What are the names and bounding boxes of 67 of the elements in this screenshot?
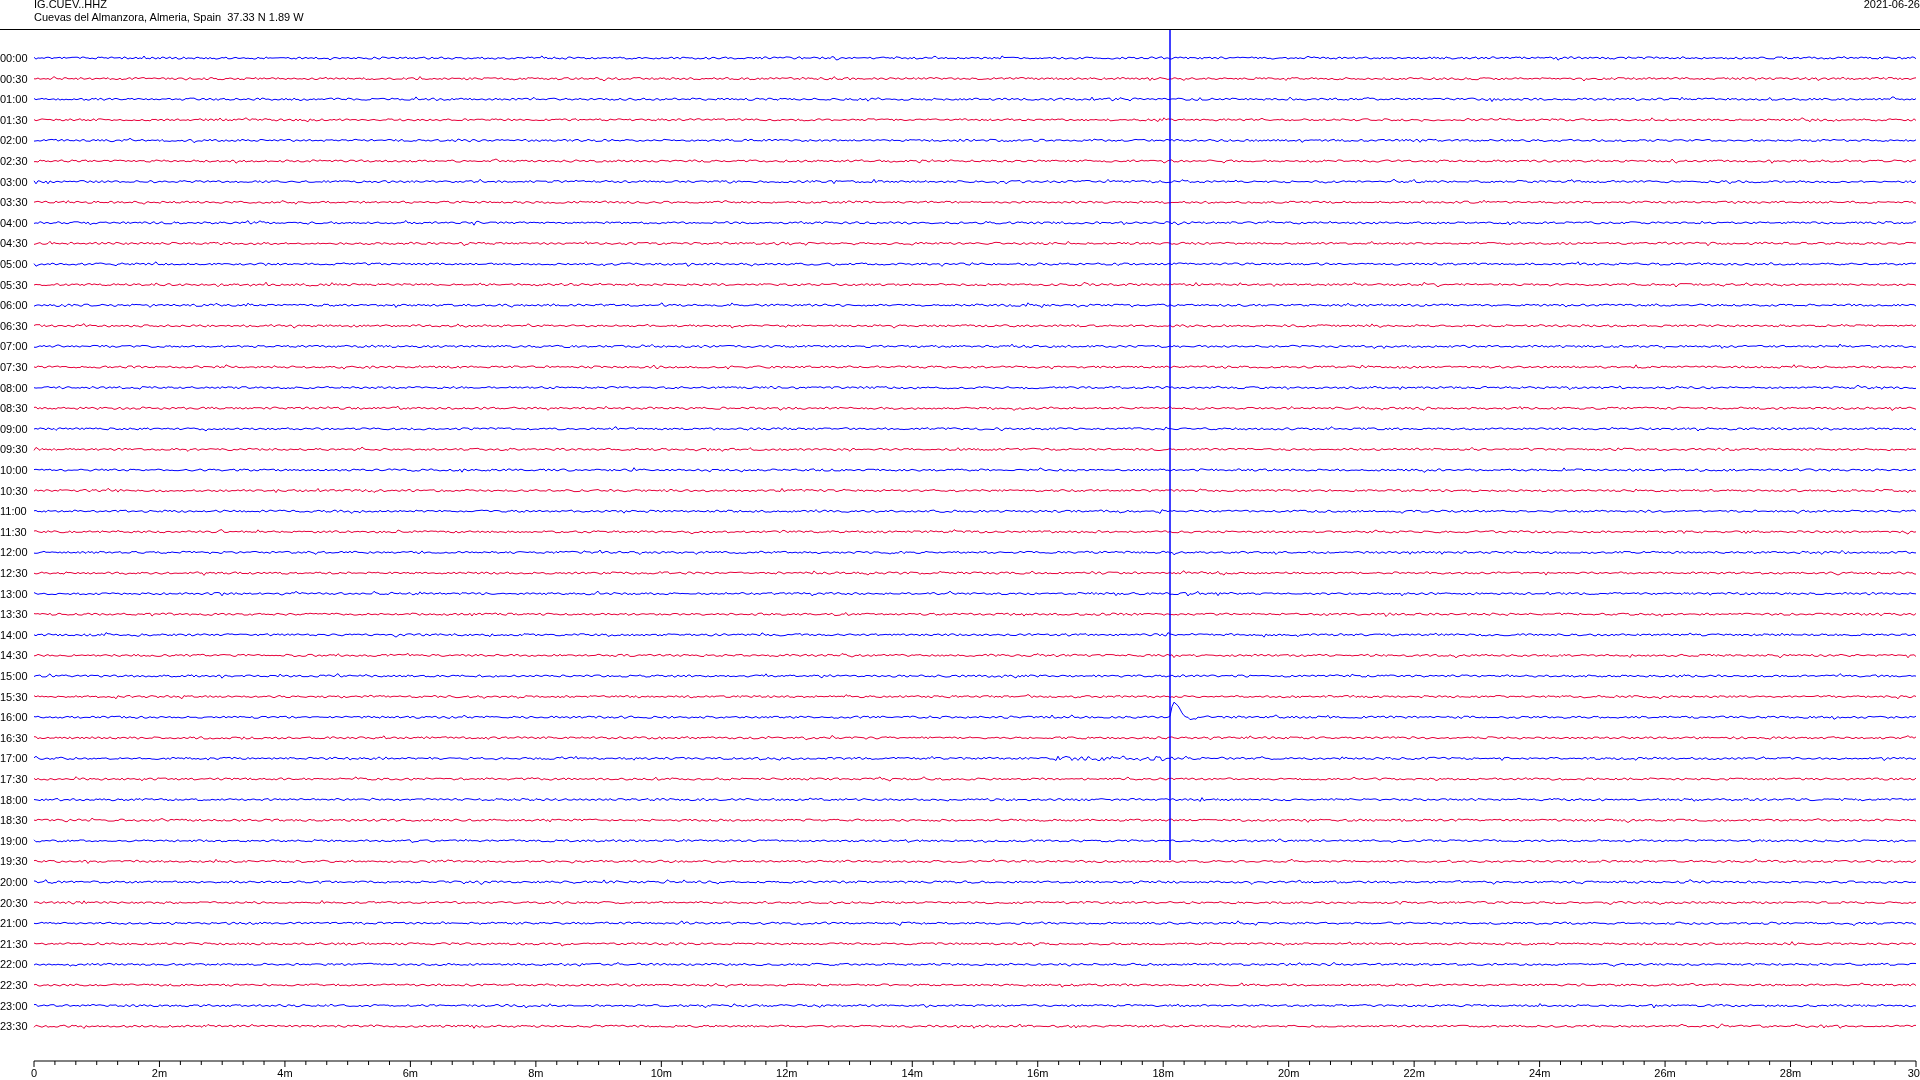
hour-label: 17:00 — [0, 752, 28, 765]
axis-label: 6m — [402, 1067, 419, 1079]
hour-label: 04:30 — [0, 237, 28, 250]
hour-label: 11:30 — [0, 525, 27, 538]
hour-label: 23:00 — [0, 999, 28, 1012]
hour-label: 17:30 — [0, 773, 28, 785]
axis-label: 4m — [277, 1067, 293, 1079]
hour-label: 20:30 — [0, 896, 28, 909]
hour-label: 16:00 — [0, 711, 28, 724]
hour-label: 06:00 — [0, 299, 28, 312]
hour-label: 08:30 — [0, 402, 28, 415]
hour-label: 04:00 — [0, 216, 28, 229]
hour-label: 22:30 — [0, 979, 28, 991]
axis-label: 20m — [1277, 1067, 1300, 1079]
hour-label: 13:00 — [0, 587, 28, 600]
hour-label: 21:00 — [0, 917, 28, 930]
hour-label: 18:00 — [0, 793, 28, 806]
hour-label: 03:30 — [0, 196, 28, 209]
station-location: Cuevas del Almanzora, Almeria, Spain 37.33 N 1.89 W — [34, 11, 304, 24]
axis-label: 22m — [1403, 1067, 1425, 1079]
hour-label: 14:00 — [0, 628, 28, 641]
hour-label: 13:30 — [0, 608, 28, 621]
axis-label: 14m — [901, 1067, 923, 1079]
hour-label: 21:30 — [0, 937, 28, 950]
hour-label: 10:00 — [0, 464, 28, 476]
axis-label: 2m — [151, 1067, 168, 1079]
axis-label: 18m — [1152, 1067, 1174, 1079]
hour-label: 23:30 — [0, 1020, 28, 1033]
hour-label: 09:30 — [0, 443, 28, 456]
hour-label: 05:30 — [0, 278, 28, 291]
hour-label: 14:30 — [0, 649, 28, 662]
axis-label: 12m — [776, 1067, 798, 1079]
hour-label: 06:30 — [0, 319, 28, 332]
hour-label: 02:00 — [0, 134, 28, 147]
hour-label: 16:30 — [0, 731, 28, 744]
axis-label: 30 — [1907, 1067, 1920, 1079]
axis-label: 24m — [1528, 1067, 1551, 1079]
hour-label: 08:00 — [0, 381, 28, 394]
hour-label: 11:00 — [0, 505, 27, 518]
hour-label: 07:30 — [0, 361, 28, 373]
axis-label: 26m — [1654, 1067, 1676, 1079]
hour-label: 07:00 — [0, 340, 28, 353]
hour-label: 19:00 — [0, 834, 28, 847]
axis-label: 16m — [1027, 1067, 1049, 1079]
hour-label: 01:30 — [0, 113, 28, 126]
axis-label: 0 — [30, 1067, 38, 1079]
hour-label: 12:00 — [0, 546, 28, 559]
axis-label: 8m — [528, 1067, 544, 1079]
axis-label: 10m — [650, 1067, 673, 1079]
hour-label: 02:30 — [0, 155, 28, 167]
hour-label: 18:30 — [0, 814, 28, 827]
hour-label: 05:00 — [0, 258, 28, 270]
hour-label: 19:30 — [0, 855, 28, 868]
hour-label: 01:00 — [0, 93, 28, 106]
hour-label: 09:00 — [0, 422, 28, 435]
hour-label: 15:00 — [0, 670, 28, 682]
hour-label: 00:30 — [0, 72, 28, 85]
axis-label: 28m — [1779, 1067, 1802, 1079]
hour-label: 10:30 — [0, 484, 28, 497]
plot-date: 2021-06-26 — [1863, 0, 1920, 12]
station-code: IG.CUEV..HHZ — [34, 0, 108, 10]
hour-label: 03:00 — [0, 175, 28, 188]
hour-label: 22:00 — [0, 958, 28, 971]
hour-label: 12:30 — [0, 567, 28, 579]
hour-label: 15:30 — [0, 690, 28, 703]
hour-label: 00:00 — [0, 52, 28, 64]
hour-label: 20:00 — [0, 876, 28, 888]
